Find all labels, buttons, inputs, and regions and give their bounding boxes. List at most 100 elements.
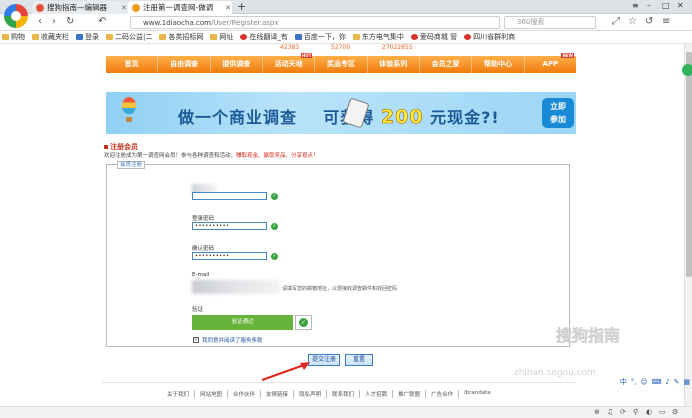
ime-lang-icon[interactable]: 中 bbox=[620, 377, 627, 387]
footer-link[interactable]: 网站地图 bbox=[194, 390, 227, 398]
undo-close-icon[interactable]: ↶ bbox=[98, 16, 106, 27]
username-field[interactable] bbox=[192, 192, 267, 200]
sogou-favicon-icon bbox=[36, 3, 44, 12]
ime-voice-icon[interactable]: ♪ bbox=[665, 378, 669, 386]
ime-emoji-icon[interactable]: ☺ bbox=[640, 378, 647, 386]
red-arrow-annotation bbox=[261, 362, 310, 381]
address-bar[interactable]: www.1diaocha.com/User/Register.aspx bbox=[130, 16, 500, 29]
bookmark-item[interactable]: 四川省群利商 bbox=[464, 32, 515, 42]
expand-icon[interactable]: ⤢ bbox=[612, 16, 620, 27]
nav-help[interactable]: 帮助中心 bbox=[472, 56, 525, 73]
browser-status-bar: ⊕ ♫ ⟳ ⚲ ◐ ▭ ⚙ bbox=[0, 406, 692, 418]
footer-link[interactable]: 人才招聘 bbox=[359, 390, 392, 398]
bookmark-item[interactable]: 购物 bbox=[2, 32, 25, 42]
browser-logo-icon[interactable] bbox=[4, 4, 28, 28]
password-field[interactable]: •••••••••• bbox=[192, 222, 267, 230]
terms-agreement[interactable]: ✓ 我同意并阅读了服务条款 bbox=[193, 336, 263, 344]
page-icon bbox=[352, 34, 360, 40]
folder-icon bbox=[2, 34, 9, 40]
status-icon[interactable]: ◐ bbox=[646, 408, 652, 416]
tab-title: 搜狗指南—编辑器 bbox=[47, 3, 107, 12]
maximize-icon[interactable]: □ bbox=[662, 1, 670, 10]
status-icon[interactable]: ⊕ bbox=[594, 408, 600, 416]
footer-link[interactable]: ibrandata bbox=[458, 390, 496, 398]
join-now-button[interactable]: 立即 参加 bbox=[542, 98, 574, 128]
bookmark-item[interactable]: 各类招标网 bbox=[159, 32, 203, 42]
nav-activities[interactable]: 活动天地 HOT bbox=[263, 53, 316, 73]
baidu-icon bbox=[294, 34, 302, 40]
bookmark-item[interactable]: 东方电气集中 bbox=[352, 32, 404, 42]
page-scrollbar[interactable] bbox=[684, 44, 692, 406]
email-label: E-mail bbox=[192, 272, 210, 278]
nav-prizes[interactable]: 奖品专区 bbox=[315, 56, 368, 73]
search-input[interactable]: 360搜索 bbox=[504, 16, 596, 29]
close-window-icon[interactable]: ✕ bbox=[677, 1, 684, 10]
history-icon[interactable]: ↺ bbox=[645, 16, 653, 27]
verify-label: 验证 bbox=[192, 307, 204, 313]
minimize-icon[interactable]: – bbox=[647, 1, 651, 10]
ime-tools-icon[interactable]: ▦ bbox=[683, 378, 690, 386]
submit-register-button[interactable]: 提交注册 bbox=[308, 354, 340, 366]
close-tab-icon[interactable]: ✕ bbox=[120, 4, 128, 12]
footer-link[interactable]: 广告合作 bbox=[425, 390, 458, 398]
back-icon[interactable]: ‹ bbox=[38, 16, 42, 27]
ime-handwrite-icon[interactable]: ✎ bbox=[674, 378, 680, 386]
footer-link[interactable]: 联系我们 bbox=[326, 390, 359, 398]
nav-experience[interactable]: 体验系列 bbox=[368, 56, 420, 73]
forward-icon[interactable]: › bbox=[52, 16, 56, 27]
footer-links: 关于我们 网站地图 合作伙伴 友情链接 隐私声明 联系我们 人才招聘 推广联盟 … bbox=[162, 390, 496, 398]
scrollbar-thumb[interactable] bbox=[686, 52, 692, 277]
stat-value: 52700 bbox=[331, 44, 351, 51]
shop-icon bbox=[410, 34, 418, 40]
blurred-email-field[interactable] bbox=[192, 280, 280, 294]
footer-link[interactable]: 隐私声明 bbox=[293, 390, 326, 398]
registration-panel: 会员注册 bbox=[106, 161, 570, 347]
site-main-nav: 首页 自由调查 提供调查 活动天地 HOT 奖品专区 体验系列 会员之家 帮助中心… bbox=[106, 53, 576, 73]
hot-air-balloon-icon bbox=[122, 97, 136, 122]
new-tab-button[interactable]: + bbox=[237, 0, 246, 13]
nav-member-home[interactable]: 会员之家 bbox=[420, 56, 473, 73]
footer-link[interactable]: 关于我们 bbox=[162, 390, 194, 398]
bookmark-item[interactable]: 登录 bbox=[76, 32, 99, 42]
captcha-slider[interactable]: 验证通过 bbox=[192, 315, 293, 330]
status-icon[interactable]: ⟳ bbox=[620, 408, 626, 416]
tab-sogou-guide[interactable]: 搜狗指南—编辑器 ✕ bbox=[32, 1, 128, 14]
close-tab-icon[interactable]: ✕ bbox=[224, 4, 232, 12]
status-icon[interactable]: ▭ bbox=[659, 408, 666, 416]
nav-provide-survey[interactable]: 提供调查 bbox=[211, 56, 263, 73]
bookmark-item[interactable]: 百度一下，你 bbox=[294, 32, 346, 42]
intro-text: 欢迎注册成为第一调查网会员！参与各种调查和活动，赚取现金、赢取奖品、分享观点！ bbox=[104, 153, 319, 159]
site-stats: 42383 52700 27022855 bbox=[280, 44, 590, 51]
nav-app[interactable]: APP NEW bbox=[525, 53, 576, 73]
bookmark-item[interactable]: 在线翻译_有 bbox=[240, 32, 288, 42]
email-hint: 请填写您的邮箱地址，以便接收调查邮件和找回密码 bbox=[282, 286, 398, 292]
bookmark-item[interactable]: 爱码商城 管 bbox=[410, 32, 457, 42]
settings-menu-icon[interactable]: ≡ bbox=[662, 16, 670, 27]
ime-keyboard-icon[interactable]: ⌨ bbox=[651, 378, 661, 386]
terms-label[interactable]: 我同意并阅读了服务条款 bbox=[202, 336, 263, 344]
page-icon bbox=[106, 34, 113, 40]
tab-register-page[interactable]: 注册第一调查网-做调 ✕ bbox=[128, 1, 232, 14]
nav-free-survey[interactable]: 自由调查 bbox=[158, 56, 211, 73]
reload-icon[interactable]: ↻ bbox=[66, 16, 74, 27]
menu-icon[interactable]: ≡ bbox=[632, 1, 639, 10]
ime-punct-icon[interactable]: °, bbox=[631, 378, 637, 386]
footer-link[interactable]: 友情链接 bbox=[260, 390, 293, 398]
status-icon[interactable]: ⚙ bbox=[672, 408, 678, 416]
promo-banner[interactable]: 做一个商业调查 可获得 200 元现金?! 立即 参加 bbox=[106, 92, 576, 134]
confirm-password-field[interactable]: •••••••••• bbox=[192, 252, 267, 260]
nav-home[interactable]: 首页 bbox=[106, 56, 159, 73]
bookmark-item[interactable]: 收藏夹栏 bbox=[32, 32, 69, 42]
terms-checkbox[interactable]: ✓ bbox=[193, 337, 199, 343]
reset-button[interactable]: 重置 bbox=[345, 354, 373, 366]
floating-widget-icon[interactable] bbox=[682, 64, 692, 76]
status-icon[interactable]: ♫ bbox=[607, 408, 613, 416]
footer-link[interactable]: 合作伙伴 bbox=[227, 390, 260, 398]
bookmark-item[interactable]: 网址 bbox=[210, 32, 233, 42]
bookmark-item[interactable]: 二码公益|二 bbox=[106, 32, 152, 42]
folder-icon bbox=[32, 34, 39, 40]
status-icon[interactable]: ⚲ bbox=[633, 408, 638, 416]
star-icon[interactable]: ☆ bbox=[628, 16, 637, 27]
footer-link[interactable]: 推广联盟 bbox=[392, 390, 425, 398]
user-icon bbox=[76, 34, 83, 40]
